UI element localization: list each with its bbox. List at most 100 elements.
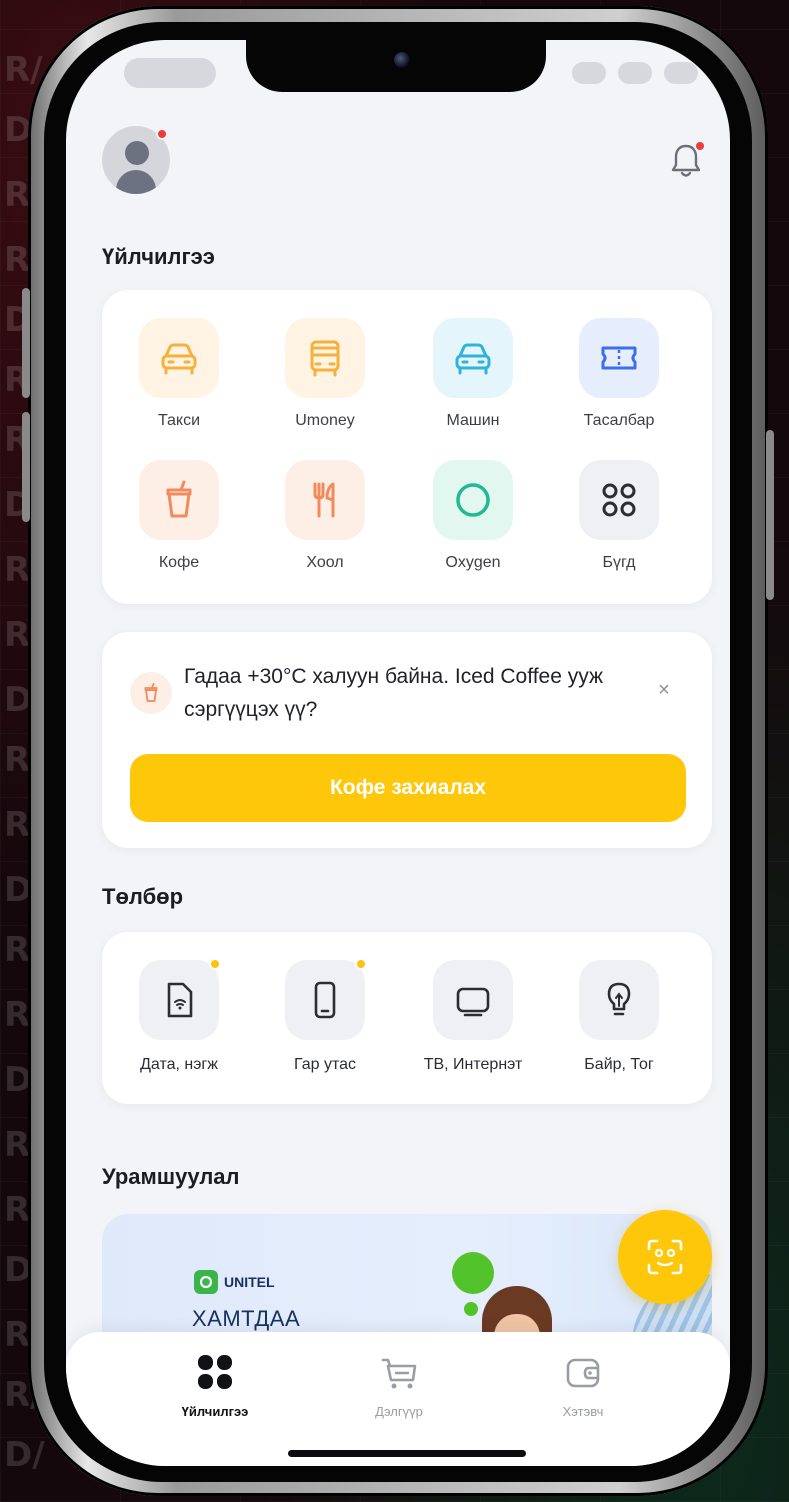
car-icon <box>455 343 491 375</box>
service-coffee-tile <box>139 460 219 540</box>
service-taxi-label: Такси <box>157 412 201 429</box>
promo-green-ball <box>452 1252 494 1294</box>
sim-data-icon <box>167 982 193 1018</box>
tab-wallet[interactable]: Хэтэвч <box>508 1350 658 1419</box>
front-camera-icon <box>394 52 410 68</box>
service-coffee[interactable]: Кофе <box>106 460 252 572</box>
service-umoney[interactable]: Umoney <box>252 318 398 430</box>
service-ticket-label: Тасалбар <box>583 412 655 429</box>
coffee-cup-icon <box>144 683 158 702</box>
bottom-tab-bar: Үйлчилгээ Дэлгүүр Хэтэвч <box>66 1332 730 1466</box>
mobile-phone-icon <box>314 981 336 1019</box>
service-taxi[interactable]: Такси <box>106 318 252 430</box>
promo-green-dot <box>464 1302 478 1316</box>
service-food-tile <box>285 460 365 540</box>
payment-data-unit[interactable]: Дата, нэгж <box>106 958 252 1074</box>
service-umoney-tile <box>285 318 365 398</box>
tv-icon <box>456 987 490 1017</box>
tab-wallet-icon-wrap <box>508 1350 658 1394</box>
battery-indicator-icon <box>664 62 698 84</box>
service-all[interactable]: Бүгд <box>546 460 692 572</box>
wallet-icon <box>566 1358 600 1388</box>
payment-housing-power[interactable]: Байр, Тог <box>546 960 692 1074</box>
suggestion-coffee-icon <box>130 672 172 714</box>
services-grid-icon <box>198 1355 232 1389</box>
tab-services-label: Үйлчилгээ <box>181 1404 249 1419</box>
service-taxi-tile <box>139 318 219 398</box>
bus-icon <box>310 340 340 377</box>
ticket-icon <box>601 346 637 370</box>
payment-mobile[interactable]: Гар утас <box>252 958 398 1074</box>
background-ticker: D/ <box>4 1435 45 1475</box>
unitel-logo-mark <box>194 1270 218 1294</box>
payment-data-unit-label: Дата, нэгж <box>140 1056 218 1073</box>
order-coffee-button[interactable]: Кофе захиалах <box>130 754 686 822</box>
phone-power-button <box>766 430 774 600</box>
close-icon[interactable]: × <box>650 676 678 704</box>
wifi-indicator-icon <box>618 62 652 84</box>
unitel-mark-icon <box>199 1275 213 1289</box>
avatar-head-shape <box>125 141 149 165</box>
service-all-tile <box>579 460 659 540</box>
payment-tv-internet[interactable]: ТВ, Интернэт <box>400 960 546 1074</box>
phone-volume-up-button <box>22 288 30 398</box>
tab-shop[interactable]: Дэлгүүр <box>324 1350 474 1419</box>
services-section-title: Үйлчилгээ <box>102 244 215 269</box>
payment-data-unit-badge <box>209 958 221 970</box>
unitel-brand: UNITEL <box>224 1274 275 1290</box>
tab-services-icon-wrap <box>140 1350 290 1394</box>
face-scan-icon <box>647 1239 683 1275</box>
status-bar-time-placeholder <box>124 58 216 88</box>
unitel-logo: UNITEL <box>194 1270 275 1294</box>
home-indicator[interactable] <box>288 1450 526 1457</box>
tab-wallet-label: Хэтэвч <box>562 1404 604 1419</box>
service-food-label: Хоол <box>306 554 344 571</box>
grid-icon <box>602 483 636 517</box>
background-ticker: R/ <box>4 50 43 90</box>
payment-housing-power-label: Байр, Тог <box>584 1056 654 1073</box>
payment-housing-power-tile <box>579 960 659 1040</box>
promotions-section-title: Урамшуулал <box>102 1164 240 1189</box>
service-ticket-tile <box>579 318 659 398</box>
payments-section-title: Төлбөр <box>102 884 184 909</box>
coffee-cup-icon <box>166 480 192 518</box>
fork-knife-icon <box>313 482 335 518</box>
light-bulb-icon <box>607 982 631 1016</box>
suggestion-text: Гадаа +30°С халуун байна. Iced Coffee уу… <box>184 665 604 721</box>
services-card: Такси Umoney Машин Тасалбар Кофе Хоол Ox… <box>102 290 712 604</box>
payment-mobile-label: Гар утас <box>293 1056 357 1073</box>
tab-shop-icon-wrap <box>324 1350 474 1394</box>
service-car-tile <box>433 318 513 398</box>
service-oxygen-tile <box>433 460 513 540</box>
shop-cart-icon <box>381 1358 417 1389</box>
service-oxygen-label: Oxygen <box>445 554 501 571</box>
promotion-headline: ХАМТДАА <box>192 1306 301 1331</box>
service-oxygen[interactable]: Oxygen <box>400 460 546 572</box>
service-food[interactable]: Хоол <box>252 460 398 572</box>
oxygen-ring-icon <box>456 483 490 517</box>
payment-mobile-tile <box>285 958 367 1040</box>
taxi-icon <box>161 343 197 375</box>
avatar-notification-dot <box>156 128 168 140</box>
tab-shop-label: Дэлгүүр <box>375 1404 423 1419</box>
scan-qr-button[interactable] <box>618 1210 712 1304</box>
service-all-label: Бүгд <box>602 554 636 571</box>
service-coffee-label: Кофе <box>158 554 200 571</box>
service-umoney-label: Umoney <box>295 412 355 429</box>
service-car[interactable]: Машин <box>400 318 546 430</box>
payments-card: Дата, нэгж Гар утас ТВ, Интернэт Байр, Т… <box>102 932 712 1104</box>
payment-tv-internet-label: ТВ, Интернэт <box>423 1056 523 1073</box>
signal-indicator-icon <box>572 62 606 84</box>
payment-data-unit-tile <box>139 958 221 1040</box>
service-ticket[interactable]: Тасалбар <box>546 318 692 430</box>
suggestion-card: Гадаа +30°С халуун байна. Iced Coffee уу… <box>102 632 712 848</box>
bell-notification-dot <box>694 140 706 152</box>
tab-services[interactable]: Үйлчилгээ <box>140 1350 290 1419</box>
payment-mobile-badge <box>355 958 367 970</box>
payment-tv-internet-tile <box>433 960 513 1040</box>
avatar-body-shape <box>116 170 156 194</box>
service-car-label: Машин <box>446 412 500 429</box>
app-screen: Үйлчилгээ Такси Umoney Машин Тасалбар Ко… <box>66 40 730 1466</box>
phone-volume-down-button <box>22 412 30 522</box>
phone-notch <box>246 40 546 92</box>
